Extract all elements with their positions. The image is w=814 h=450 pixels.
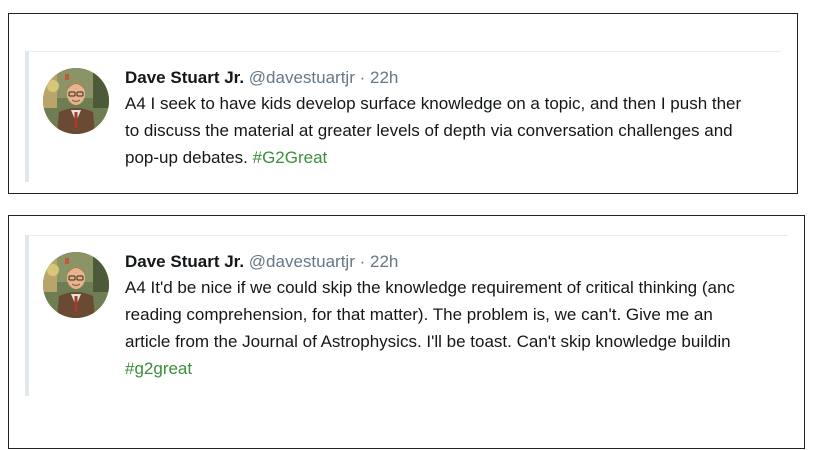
tweet-timestamp[interactable]: 22h: [370, 68, 398, 87]
meta-separator: ·: [359, 252, 366, 271]
hashtag-link[interactable]: #g2great: [125, 355, 788, 382]
tweet-content: Dave Stuart Jr. @davestuartjr · 22h A4 I…: [125, 250, 788, 382]
tweet-header: Dave Stuart Jr. @davestuartjr · 22h: [125, 250, 788, 274]
tweet-text-line: reading comprehension, for that matter).…: [125, 305, 713, 324]
tweet-content: Dave Stuart Jr. @davestuartjr · 22h A4 I…: [125, 66, 781, 171]
tweet-text-line: A4 I seek to have kids develop surface k…: [125, 94, 742, 113]
tweet-text-line: to discuss the material at greater level…: [125, 121, 733, 140]
author-handle[interactable]: @davestuartjr: [249, 252, 355, 271]
tweet-text-fragment: pop-up debates.: [125, 148, 248, 167]
tweet-text: A4 I seek to have kids develop surface k…: [125, 90, 781, 171]
avatar-photo-icon: [43, 68, 109, 134]
tweet-screenshot-2: Dave Stuart Jr. @davestuartjr · 22h A4 I…: [8, 215, 805, 449]
tweet-header: Dave Stuart Jr. @davestuartjr · 22h: [125, 66, 781, 90]
tweet-screenshot-1: Dave Stuart Jr. @davestuartjr · 22h A4 I…: [8, 13, 798, 194]
tweet-card[interactable]: Dave Stuart Jr. @davestuartjr · 22h A4 I…: [25, 235, 788, 396]
tweet-card[interactable]: Dave Stuart Jr. @davestuartjr · 22h A4 I…: [25, 51, 781, 182]
tweet-text-line-last: pop-up debates. #G2Great: [125, 144, 781, 171]
tweet-timestamp[interactable]: 22h: [370, 252, 398, 271]
author-name[interactable]: Dave Stuart Jr.: [125, 68, 244, 87]
author-avatar[interactable]: [43, 252, 109, 318]
tweet-text-line: A4 It'd be nice if we could skip the kno…: [125, 278, 735, 297]
hashtag-link[interactable]: #G2Great: [253, 148, 328, 167]
author-name[interactable]: Dave Stuart Jr.: [125, 252, 244, 271]
tweet-text-line: article from the Journal of Astrophysics…: [125, 332, 731, 351]
author-avatar[interactable]: [43, 68, 109, 134]
meta-separator: ·: [359, 68, 366, 87]
author-handle[interactable]: @davestuartjr: [249, 68, 355, 87]
avatar-photo-icon: [43, 252, 109, 318]
tweet-text: A4 It'd be nice if we could skip the kno…: [125, 274, 788, 382]
